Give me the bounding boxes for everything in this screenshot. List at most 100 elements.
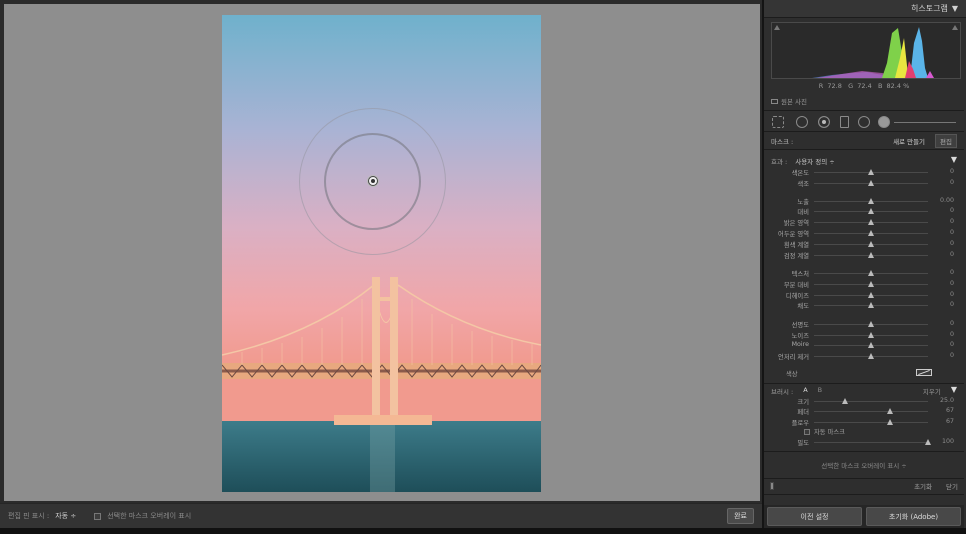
tool-strip: [764, 110, 964, 132]
brush-slider-thumb[interactable]: [887, 408, 894, 414]
adjustment-slider-value[interactable]: 0: [950, 218, 954, 225]
brush-slider-thumb[interactable]: [887, 419, 894, 425]
crop-tool-icon[interactable]: [772, 116, 784, 128]
adjustment-slider-thumb[interactable]: [868, 169, 874, 175]
adjustment-slider-thumb[interactable]: [868, 252, 874, 258]
original-photo-toggle[interactable]: 원본 사진: [771, 96, 807, 106]
filmstrip-edge: [0, 528, 966, 534]
adjustment-slider-label: Moire: [791, 341, 809, 348]
color-swatch[interactable]: [916, 369, 932, 376]
color-label: 색상: [786, 371, 798, 378]
adjustment-slider-value[interactable]: 0: [950, 331, 954, 338]
adjustment-slider-value[interactable]: 0: [950, 240, 954, 247]
brush-slider-track[interactable]: [814, 401, 928, 402]
adjustment-slider-thumb[interactable]: [868, 353, 874, 359]
adjustment-slider-label: 어두운 영역: [778, 231, 809, 238]
density-value[interactable]: 100: [942, 438, 954, 445]
adjustment-slider-value[interactable]: 0.00: [940, 197, 954, 204]
effect-collapse-icon[interactable]: ▼: [951, 156, 957, 166]
adjustment-slider-value[interactable]: 0: [950, 291, 954, 298]
adjustment-slider-label: 대비: [797, 209, 809, 216]
adjustment-slider-value[interactable]: 0: [950, 251, 954, 258]
bottom-buttons: 이전 설정 초기화 (Adobe): [764, 505, 964, 528]
close-button[interactable]: 닫기: [946, 481, 958, 491]
mask-overlay-row: 선택한 마스크 오버레이 표시 ÷: [764, 451, 964, 477]
adjustment-slider-thumb[interactable]: [868, 332, 874, 338]
adjustment-slider-thumb[interactable]: [868, 241, 874, 247]
histogram-header[interactable]: 히스토그램 ▼: [764, 0, 966, 18]
panel-toggle-switch-icon[interactable]: [770, 482, 774, 490]
auto-mask-toggle[interactable]: 자동 마스크: [804, 427, 845, 436]
adjustment-slider-thumb[interactable]: [868, 342, 874, 348]
adjustment-slider-thumb[interactable]: [868, 292, 874, 298]
adjustment-slider-value[interactable]: 0: [950, 179, 954, 186]
adjustment-slider-value[interactable]: 0: [950, 341, 954, 348]
adjustment-slider-value[interactable]: 0: [950, 229, 954, 236]
adjustment-slider-thumb[interactable]: [868, 281, 874, 287]
original-photo-checkbox[interactable]: [771, 98, 778, 104]
brush-slider-track[interactable]: [814, 422, 928, 423]
brush-slider-thumb[interactable]: [841, 398, 848, 404]
pin-display-select[interactable]: 자동 ÷: [55, 511, 76, 521]
brush-slider-value[interactable]: 67: [946, 418, 954, 425]
density-slider-row: 밀도 100: [764, 437, 964, 447]
reset-adobe-button[interactable]: 초기화 (Adobe): [866, 507, 961, 526]
adjustment-slider-thumb[interactable]: [868, 302, 874, 308]
mask-new-button[interactable]: 새로 만들기: [893, 136, 925, 146]
adjustment-slider-value[interactable]: 0: [950, 168, 954, 175]
brush-slider-track[interactable]: [814, 411, 928, 412]
adjustment-slider-row: 흰색 계열 0: [764, 239, 964, 249]
adjustment-slider-value[interactable]: 0: [950, 352, 954, 359]
mask-pin-icon[interactable]: [368, 176, 378, 186]
brush-b-button[interactable]: B: [818, 386, 822, 394]
adjustment-slider-thumb[interactable]: [868, 219, 874, 225]
adjustment-slider-label: 노이즈: [791, 333, 809, 340]
adjustment-slider-value[interactable]: 0: [950, 280, 954, 287]
adjustment-slider-label: 부분 대비: [783, 282, 809, 289]
density-track[interactable]: [814, 442, 928, 443]
mask-row: 마스크 : 새로 만들기 편집: [764, 133, 964, 150]
done-button[interactable]: 완료: [727, 508, 754, 524]
previous-settings-button[interactable]: 이전 설정: [767, 507, 862, 526]
effect-label: 효과 :: [771, 158, 788, 166]
brush-slider-value[interactable]: 67: [946, 407, 954, 414]
brush-slider-value[interactable]: 25.0: [940, 397, 954, 404]
right-panel: 히스토그램 ▼ R 72.8 G 72.4 B 82.4 % 원본 사진 마스크…: [762, 0, 966, 528]
adjustment-slider-value[interactable]: 0: [950, 301, 954, 308]
adjustment-slider-thumb[interactable]: [868, 270, 874, 276]
reset-button[interactable]: 초기화: [914, 481, 932, 491]
adjustment-slider-value[interactable]: 0: [950, 269, 954, 276]
overlay-checkbox[interactable]: [94, 512, 102, 520]
adjustment-slider-row: 텍스처 0: [764, 268, 964, 278]
adjustment-slider-row: 밝은 영역 0: [764, 217, 964, 227]
radial-filter-icon[interactable]: [858, 116, 870, 128]
graduated-filter-icon[interactable]: [840, 116, 849, 128]
brush-slider-row: 크기 25.0: [764, 396, 964, 406]
next-section-edge: [764, 494, 964, 504]
brush-erase-button[interactable]: 지우기: [923, 386, 941, 396]
effect-preset-select[interactable]: 사용자 정의 ÷: [795, 156, 834, 166]
adjustment-slider-row: 부분 대비 0: [764, 279, 964, 289]
brush-collapse-icon[interactable]: ▼: [951, 386, 957, 394]
adjustment-slider-value[interactable]: 0: [950, 207, 954, 214]
adjustment-slider-thumb[interactable]: [868, 321, 874, 327]
mask-edit-button[interactable]: 편집: [935, 134, 957, 148]
adjustment-brush-icon[interactable]: [878, 116, 890, 128]
adjustment-slider-thumb[interactable]: [868, 198, 874, 204]
brush-line-icon: [894, 122, 956, 123]
collapse-arrow-icon[interactable]: ▼: [952, 4, 958, 13]
adjustment-slider-row: 노출 0.00: [764, 196, 964, 206]
adjustment-slider-thumb[interactable]: [868, 180, 874, 186]
adjustment-slider-label: 텍스처: [791, 271, 809, 278]
density-thumb[interactable]: [925, 439, 931, 445]
adjustment-slider-thumb[interactable]: [868, 230, 874, 236]
adjustment-slider-label: 언저리 제거: [778, 354, 809, 361]
adjustment-slider-thumb[interactable]: [868, 208, 874, 214]
color-row: 색상: [764, 368, 964, 378]
red-eye-icon[interactable]: [818, 116, 830, 128]
brush-a-button[interactable]: A: [803, 386, 807, 394]
spot-removal-icon[interactable]: [796, 116, 808, 128]
mask-overlay-select[interactable]: 선택한 마스크 오버레이 표시 ÷: [821, 462, 906, 470]
adjustment-slider-value[interactable]: 0: [950, 320, 954, 327]
auto-mask-checkbox[interactable]: [804, 428, 810, 435]
